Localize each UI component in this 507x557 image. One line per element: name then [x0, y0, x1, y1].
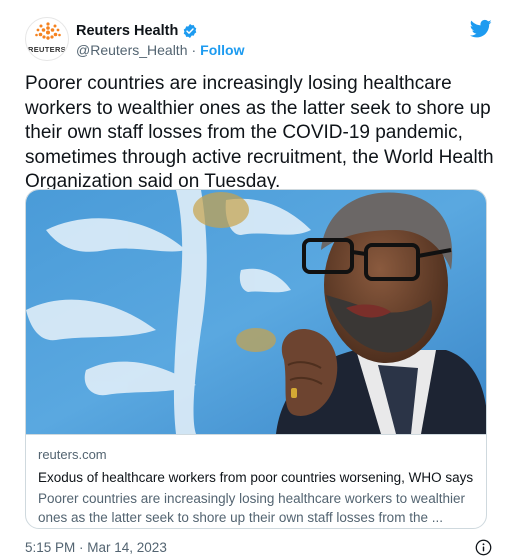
- twitter-bird-icon[interactable]: [470, 19, 492, 39]
- verified-badge-icon: [184, 24, 197, 38]
- tweet-footer: 5:15 PM · Mar 14, 2023: [25, 538, 492, 557]
- display-name-row: Reuters Health: [76, 22, 245, 40]
- handle-row: @Reuters_Health · Follow: [76, 42, 245, 60]
- tweet-text: Poorer countries are increasingly losing…: [25, 73, 494, 192]
- avatar-wordmark: REUTERS: [28, 45, 66, 54]
- avatar[interactable]: REUTERS: [25, 17, 69, 61]
- tweet-embed: REUTERS Reuters Health @Reuters_Health · F…: [0, 0, 507, 557]
- reuters-logo: [35, 22, 61, 40]
- card-image[interactable]: [26, 190, 486, 434]
- handle[interactable]: @Reuters_Health: [76, 42, 188, 58]
- card-description: Poorer countries are increasingly losing…: [38, 491, 465, 525]
- card-domain: reuters.com: [38, 447, 107, 462]
- link-card[interactable]: reuters.com Exodus of healthcare workers…: [25, 189, 487, 529]
- author-names: Reuters Health @Reuters_Health · Follow: [76, 22, 245, 60]
- display-name[interactable]: Reuters Health: [76, 23, 178, 39]
- tweet-header: REUTERS Reuters Health @Reuters_Health · F…: [25, 17, 492, 61]
- card-photo: [26, 190, 486, 434]
- separator: ·: [191, 42, 197, 58]
- follow-button[interactable]: Follow: [200, 42, 244, 58]
- timestamp[interactable]: 5:15 PM · Mar 14, 2023: [25, 540, 167, 555]
- card-meta[interactable]: reuters.com Exodus of healthcare workers…: [26, 434, 486, 527]
- info-icon[interactable]: [475, 539, 492, 556]
- card-title: Exodus of healthcare workers from poor c…: [38, 470, 474, 485]
